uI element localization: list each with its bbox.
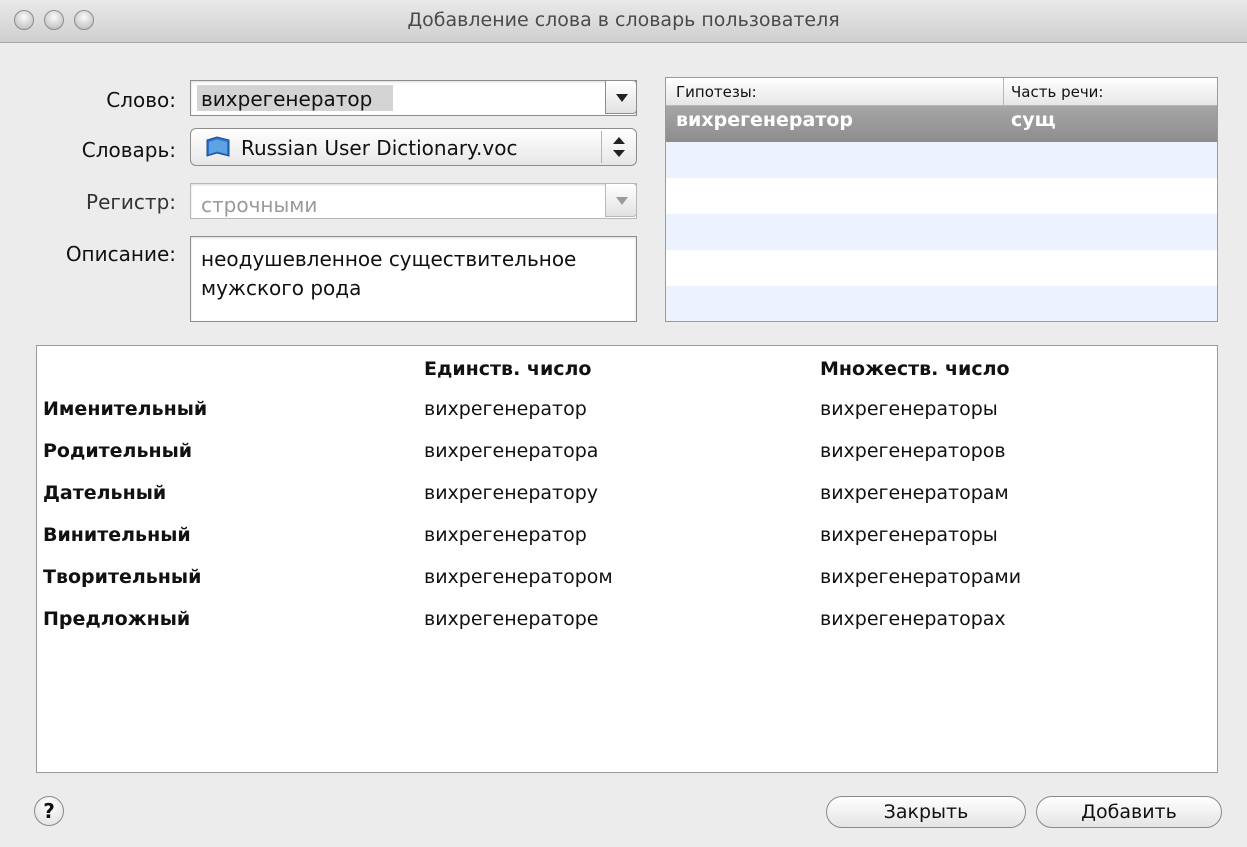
singular-form: вихрегенераторе <box>424 608 599 630</box>
singular-form: вихрегенератора <box>424 440 599 462</box>
hypotheses-header: Гипотезы: Часть речи: <box>666 78 1217 106</box>
empty-row <box>666 214 1217 250</box>
hypothesis-row[interactable]: вихрегенератор сущ <box>666 106 1217 142</box>
word-dropdown-button[interactable] <box>605 80 637 114</box>
help-button[interactable]: ? <box>34 796 64 826</box>
chevron-down-icon <box>616 94 628 102</box>
dialog-window: Добавление слова в словарь пользователя … <box>0 0 1247 847</box>
declension-table: Единств. число Множеств. число Именитель… <box>36 345 1218 773</box>
singular-form: вихрегенератором <box>424 566 613 588</box>
plural-form: вихрегенераторах <box>820 608 1006 630</box>
singular-form: вихрегенератор <box>424 524 587 546</box>
case-label: Регистр: <box>86 190 176 214</box>
plural-form: вихрегенераторов <box>820 440 1006 462</box>
case-combobox[interactable]: строчными <box>190 183 637 219</box>
dictionary-popup-button[interactable]: Russian User Dictionary.voc <box>190 128 637 166</box>
plural-form: вихрегенераторы <box>820 524 998 546</box>
chevron-down-icon <box>616 197 628 205</box>
header-singular: Единств. число <box>424 358 592 380</box>
description-text: неодушевленное существительное мужского … <box>201 247 577 300</box>
close-button[interactable]: Закрыть <box>826 796 1026 828</box>
add-button[interactable]: Добавить <box>1036 796 1222 828</box>
title-bar: Добавление слова в словарь пользователя <box>0 0 1247 43</box>
word-input[interactable]: вихрегенератор <box>201 87 372 111</box>
case-name: Винительный <box>43 524 191 546</box>
description-textarea[interactable]: неодушевленное существительное мужского … <box>190 236 637 322</box>
window-title: Добавление слова в словарь пользователя <box>407 9 840 31</box>
column-header-hypotheses[interactable]: Гипотезы: <box>676 83 757 101</box>
plural-form: вихрегенераторам <box>820 482 1009 504</box>
hypothesis-word: вихрегенератор <box>676 109 853 131</box>
singular-form: вихрегенератору <box>424 482 599 504</box>
dictionary-label: Словарь: <box>81 138 176 162</box>
header-plural: Множеств. число <box>820 358 1010 380</box>
hypotheses-table[interactable]: Гипотезы: Часть речи: вихрегенератор сущ <box>665 77 1218 322</box>
case-name: Творительный <box>43 566 202 588</box>
case-name: Предложный <box>43 608 191 630</box>
empty-row <box>666 250 1217 286</box>
case-value: строчными <box>201 193 318 217</box>
plural-form: вихрегенераторами <box>820 566 1022 588</box>
description-label: Описание: <box>65 242 176 266</box>
empty-row <box>666 286 1217 321</box>
hypothesis-pos: сущ <box>1011 109 1056 131</box>
case-name: Дательный <box>43 482 167 504</box>
word-label: Слово: <box>106 88 176 112</box>
case-dropdown-button[interactable] <box>605 183 637 217</box>
column-header-part-of-speech[interactable]: Часть речи: <box>1011 83 1103 101</box>
dictionary-value: Russian User Dictionary.voc <box>241 136 518 160</box>
case-name: Именительный <box>43 398 208 420</box>
empty-row <box>666 178 1217 214</box>
popup-divider <box>601 131 602 163</box>
plural-form: вихрегенераторы <box>820 398 998 420</box>
empty-row <box>666 142 1217 178</box>
case-name: Родительный <box>43 440 193 462</box>
book-icon <box>206 136 230 157</box>
updown-arrows-icon <box>612 137 626 157</box>
word-combobox[interactable]: вихрегенератор <box>190 80 637 116</box>
singular-form: вихрегенератор <box>424 398 587 420</box>
